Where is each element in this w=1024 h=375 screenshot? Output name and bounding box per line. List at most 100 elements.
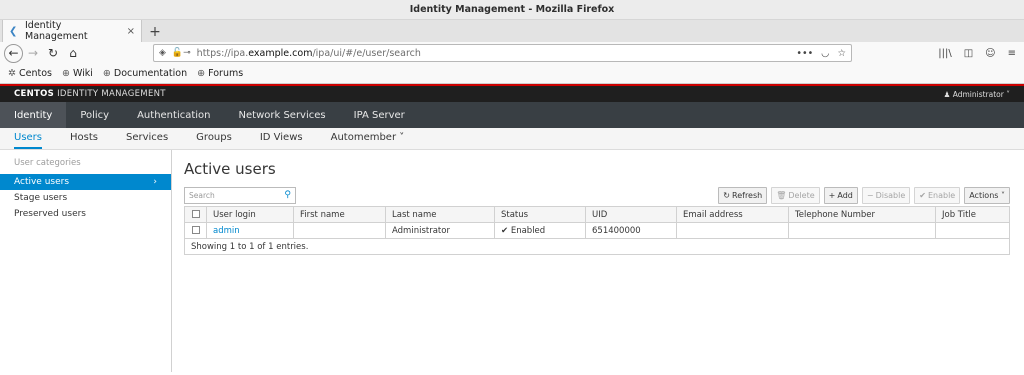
page-title: Active users [184, 160, 276, 178]
user-icon: ♟ [943, 89, 953, 99]
url-bar[interactable]: ◈ 🔓⊸ https://ipa.example.com/ipa/ui/#/e/… [153, 44, 852, 62]
menu-icon[interactable]: ≡ [1008, 48, 1016, 59]
sidebar-item-stage-users[interactable]: Stage users [0, 190, 171, 206]
back-button[interactable]: ← [4, 43, 23, 63]
check-icon: ✔ [501, 225, 511, 236]
table-toolbar: Search ⚲ ↻ Refresh 🗑 Delete + Add − Disable … [184, 186, 1010, 204]
nav-identity[interactable]: Identity [0, 102, 67, 128]
main-area: User categories Active users › Stage user… [0, 150, 1024, 372]
navigation-bar: ← → ↻ ⌂ ◈ 🔓⊸ https://ipa.example.com/ipa… [0, 42, 1024, 64]
content: Active users Search ⚲ ↻ Refresh 🗑 Delete +… [172, 150, 1024, 372]
add-button[interactable]: + Add [823, 186, 858, 204]
sidebar: User categories Active users › Stage user… [0, 150, 172, 372]
search-icon[interactable]: ⚲ [284, 190, 291, 200]
last-name-cell: Administrator [385, 222, 495, 239]
bookmarks-toolbar: ✲ Centos ⊕ Wiki ⊕ Documentation ⊕ Forums [0, 64, 1024, 84]
job-title-cell [935, 222, 1010, 239]
reload-button[interactable]: ↻ [43, 43, 63, 63]
col-job-title[interactable]: Job Title [935, 206, 1010, 223]
nav-authentication[interactable]: Authentication [123, 102, 224, 128]
sidebar-item-preserved-users[interactable]: Preserved users [0, 206, 171, 222]
select-all-header[interactable] [184, 206, 207, 223]
globe-icon: ⊕ [61, 68, 70, 79]
nav-policy[interactable]: Policy [66, 102, 123, 128]
subnav-id-views[interactable]: ID Views [260, 128, 303, 149]
globe-icon: ⊕ [197, 68, 206, 79]
subnav-groups[interactable]: Groups [196, 128, 232, 149]
status-cell: ✔ Enabled [494, 222, 586, 239]
table-header-row: User login First name Last name Status U… [184, 206, 1010, 223]
account-icon[interactable]: ☺ [985, 48, 995, 59]
new-tab-button[interactable]: + [146, 22, 164, 42]
action-buttons: ↻ Refresh 🗑 Delete + Add − Disable ✔ Enable A… [718, 186, 1010, 204]
select-all-checkbox[interactable] [191, 210, 200, 218]
enable-button[interactable]: ✔ Enable [914, 186, 961, 204]
trash-icon: 🗑 [776, 190, 787, 200]
chevron-right-icon: › [153, 177, 157, 187]
col-last-name[interactable]: Last name [385, 206, 495, 223]
disable-button[interactable]: − Disable [861, 186, 911, 204]
minus-icon: − [866, 190, 874, 200]
nav-network-services[interactable]: Network Services [225, 102, 340, 128]
tab-label: Identity Management [25, 20, 88, 42]
col-status[interactable]: Status [494, 206, 586, 223]
table-row: admin Administrator ✔ Enabled 651400000 [184, 222, 1010, 239]
col-telephone[interactable]: Telephone Number [788, 206, 936, 223]
delete-button[interactable]: 🗑 Delete [771, 186, 820, 204]
forward-button[interactable]: → [23, 43, 43, 63]
actions-dropdown[interactable]: Actions ˅ [964, 186, 1010, 204]
subnav-services[interactable]: Services [126, 128, 168, 149]
row-checkbox[interactable] [191, 226, 200, 234]
first-name-cell [293, 222, 386, 239]
col-user-login[interactable]: User login [206, 206, 294, 223]
home-button[interactable]: ⌂ [63, 43, 83, 63]
refresh-button[interactable]: ↻ Refresh [718, 186, 768, 204]
bookmark-documentation[interactable]: ⊕ Documentation [103, 68, 187, 79]
masthead: CENTOS IDENTITY MANAGEMENT ♟ Administrat… [0, 84, 1024, 102]
url-text[interactable]: https://ipa.example.com/ipa/ui/#/e/user/… [197, 48, 789, 59]
chevron-down-icon: ˅ [998, 190, 1005, 200]
sidebar-category-label: User categories [14, 158, 81, 168]
users-table: User login First name Last name Status U… [184, 206, 1010, 255]
library-icon[interactable]: |||\ [938, 48, 951, 59]
entries-summary: Showing 1 to 1 of 1 entries. [184, 238, 1010, 255]
col-email[interactable]: Email address [676, 206, 789, 223]
ipa-favicon-icon: ❮ [9, 25, 18, 37]
subnav-hosts[interactable]: Hosts [70, 128, 98, 149]
subnav-automember[interactable]: Automember ˅ [331, 128, 405, 149]
sidebar-item-active-users[interactable]: Active users › [0, 174, 171, 190]
lock-key-icon[interactable]: 🔓⊸ [172, 48, 191, 58]
uid-cell: 651400000 [585, 222, 677, 239]
col-uid[interactable]: UID [585, 206, 677, 223]
row-select-cell[interactable] [184, 222, 207, 239]
page-actions-icon[interactable]: ••• [796, 48, 813, 59]
refresh-icon: ↻ [723, 190, 730, 200]
pocket-icon[interactable]: ◡ [821, 48, 829, 59]
bookmark-wiki[interactable]: ⊕ Wiki [62, 68, 93, 79]
bookmark-centos[interactable]: ✲ Centos [8, 68, 52, 79]
subnav-users[interactable]: Users [14, 128, 43, 149]
browser-tab[interactable]: ❮ Identity Management × [2, 20, 142, 42]
toolbar-right: |||\ ◫ ☺ ≡ [938, 48, 1020, 59]
user-menu[interactable]: ♟ Administrator ˅ [944, 90, 1010, 99]
search-input[interactable]: Search ⚲ [184, 186, 296, 204]
email-cell [676, 222, 789, 239]
plus-icon: + [828, 190, 836, 200]
phone-cell [788, 222, 936, 239]
nav-ipa-server[interactable]: IPA Server [340, 102, 419, 128]
check-icon: ✔ [919, 190, 926, 200]
globe-icon: ⊕ [102, 68, 111, 79]
centos-icon: ✲ [8, 68, 16, 79]
user-login-link[interactable]: admin [206, 222, 294, 239]
chevron-down-icon: ˅ [396, 132, 405, 143]
tracking-protection-icon[interactable]: ◈ [159, 48, 166, 58]
chevron-down-icon: ˅ [1003, 89, 1010, 99]
table-footer: Showing 1 to 1 of 1 entries. [184, 238, 1010, 255]
bookmark-star-icon[interactable]: ☆ [837, 48, 846, 59]
bookmark-forums[interactable]: ⊕ Forums [197, 68, 243, 79]
col-first-name[interactable]: First name [293, 206, 386, 223]
sidebar-icon[interactable]: ◫ [964, 48, 973, 59]
secondary-nav: Users Hosts Services Groups ID Views Aut… [0, 128, 1024, 150]
window-title: Identity Management - Mozilla Firefox [0, 0, 1024, 20]
close-tab-icon[interactable]: × [127, 26, 135, 37]
